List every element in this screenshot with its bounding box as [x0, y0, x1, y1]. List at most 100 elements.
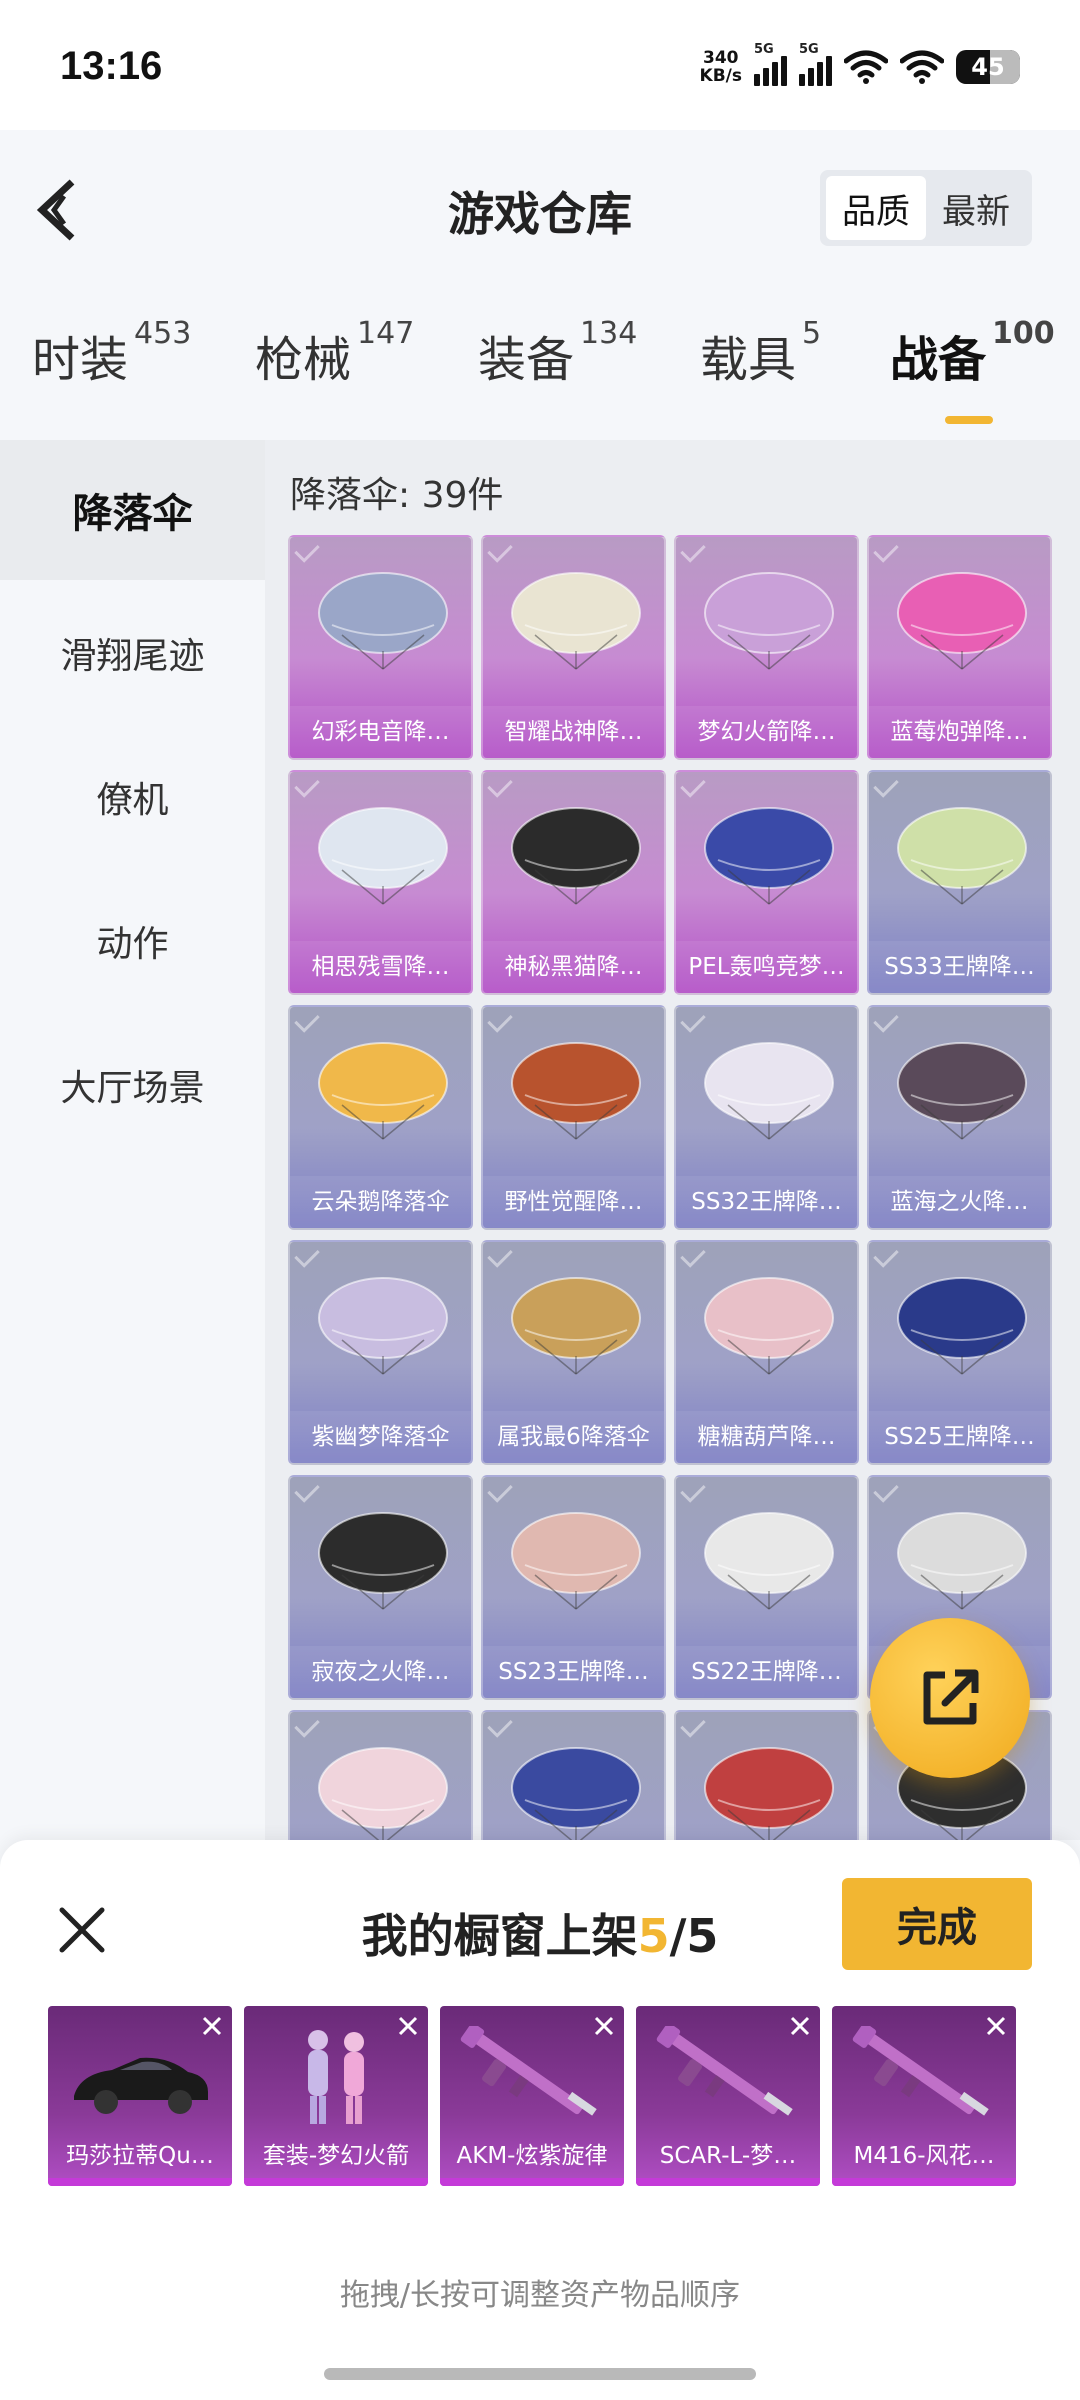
rarity-bar — [48, 2178, 232, 2186]
sidebar-item-lobby-scene[interactable]: 大厅场景 — [0, 1015, 265, 1155]
sidebar-item-glide-trail[interactable]: 滑翔尾迹 — [0, 583, 265, 723]
wifi-icon — [844, 50, 888, 84]
item-card[interactable]: 属我最6降落伞 — [481, 1240, 666, 1465]
check-icon — [294, 1007, 320, 1033]
showcase-item[interactable]: SCAR-L-梦… — [636, 2006, 820, 2186]
item-name: SS25王牌降… — [869, 1411, 1050, 1463]
item-name: 寂夜之火降… — [290, 1646, 471, 1698]
done-button[interactable]: 完成 — [842, 1878, 1032, 1970]
item-name: 野性觉醒降… — [483, 1176, 664, 1228]
item-card[interactable]: 寂夜之火降… — [288, 1475, 473, 1700]
item-card[interactable] — [288, 1710, 473, 1840]
item-card[interactable]: PEL轰鸣竞梦… — [674, 770, 859, 995]
showcase-item[interactable]: 玛莎拉蒂Qu… — [48, 2006, 232, 2186]
item-card[interactable] — [481, 1710, 666, 1840]
rarity-bar — [440, 2178, 624, 2186]
tab-equipment[interactable]: 装备 134 — [478, 316, 637, 390]
parachute-icon — [318, 572, 448, 670]
check-icon — [680, 1712, 706, 1738]
showcase-item-name: 套装-梦幻火箭 — [262, 2143, 410, 2169]
item-name: SS33王牌降… — [869, 941, 1050, 993]
home-indicator[interactable] — [324, 2368, 756, 2380]
item-card[interactable]: 幻彩电音降… — [288, 535, 473, 760]
showcase-item[interactable]: M416-风花… — [832, 2006, 1016, 2186]
showcase-item-name: 玛莎拉蒂Qu… — [66, 2143, 214, 2169]
item-name: 云朵鹅降落伞 — [290, 1176, 471, 1228]
check-icon — [487, 537, 513, 563]
showcase-item[interactable]: AKM-炫紫旋律 — [440, 2006, 624, 2186]
item-card[interactable]: 野性觉醒降… — [481, 1005, 666, 1230]
item-card[interactable] — [674, 1710, 859, 1840]
parachute-icon — [511, 807, 641, 905]
parachute-icon — [318, 807, 448, 905]
share-button[interactable] — [870, 1618, 1030, 1778]
item-card[interactable]: SS33王牌降… — [867, 770, 1052, 995]
item-card[interactable]: SS23王牌降… — [481, 1475, 666, 1700]
parachute-icon — [511, 1277, 641, 1375]
parachute-icon — [704, 1277, 834, 1375]
parachute-icon — [511, 572, 641, 670]
check-icon — [487, 1007, 513, 1033]
item-card[interactable]: 蓝海之火降… — [867, 1005, 1052, 1230]
header: 游戏仓库 品质 最新 时装 453 枪械 147 装备 134 载具 5 战备 100 — [0, 130, 1080, 430]
status-time: 13:16 — [60, 44, 163, 88]
item-card[interactable]: 梦幻火箭降… — [674, 535, 859, 760]
parachute-icon — [704, 1042, 834, 1140]
network-speed: 340 KB/s — [699, 48, 742, 86]
item-card[interactable]: SS22王牌降… — [674, 1475, 859, 1700]
check-icon — [487, 1242, 513, 1268]
item-card[interactable]: 紫幽梦降落伞 — [288, 1240, 473, 1465]
check-icon — [294, 1477, 320, 1503]
sort-option-newest[interactable]: 最新 — [926, 176, 1026, 240]
item-name: PEL轰鸣竞梦… — [676, 941, 857, 993]
item-card[interactable]: 糖糖葫芦降… — [674, 1240, 859, 1465]
item-card[interactable]: 云朵鹅降落伞 — [288, 1005, 473, 1230]
sidebar-item-emote[interactable]: 动作 — [0, 871, 265, 1011]
showcase-item[interactable]: 套装-梦幻火箭 — [244, 2006, 428, 2186]
showcase-item-name: M416-风花… — [853, 2143, 995, 2169]
item-name: 相思残雪降… — [290, 941, 471, 993]
outfit-icon — [308, 2030, 364, 2124]
rarity-bar — [636, 2178, 820, 2186]
item-card[interactable]: 神秘黑猫降… — [481, 770, 666, 995]
parachute-icon — [704, 807, 834, 905]
check-icon — [680, 1007, 706, 1033]
item-name: 梦幻火箭降… — [676, 706, 857, 758]
item-card[interactable]: 蓝莓炮弹降… — [867, 535, 1052, 760]
check-icon — [294, 772, 320, 798]
item-card[interactable]: 智耀战神降… — [481, 535, 666, 760]
parachute-icon — [318, 1512, 448, 1610]
signal-icon: 5G — [799, 42, 832, 86]
check-icon — [680, 1477, 706, 1503]
parachute-icon — [897, 1042, 1027, 1140]
parachute-icon — [511, 1747, 641, 1840]
item-card[interactable]: 相思残雪降… — [288, 770, 473, 995]
check-icon — [873, 537, 899, 563]
item-name: 紫幽梦降落伞 — [290, 1411, 471, 1463]
item-name: 神秘黑猫降… — [483, 941, 664, 993]
sort-option-quality[interactable]: 品质 — [826, 176, 926, 240]
item-name: 蓝海之火降… — [869, 1176, 1050, 1228]
sort-toggle: 品质 最新 — [820, 170, 1032, 246]
tab-guns[interactable]: 枪械 147 — [255, 316, 414, 390]
car-icon — [74, 2057, 208, 2114]
tab-combat-gear[interactable]: 战备 100 — [890, 316, 1055, 390]
item-name: SS23王牌降… — [483, 1646, 664, 1698]
item-name: 糖糖葫芦降… — [676, 1411, 857, 1463]
sidebar-item-parachute[interactable]: 降落伞 — [0, 440, 265, 580]
category-tabs: 时装 453 枪械 147 装备 134 载具 5 战备 100 — [0, 316, 1080, 430]
parachute-icon — [897, 1277, 1027, 1375]
showcase-shelf: 玛莎拉蒂Qu… 套装-梦幻火箭 AKM-炫紫旋律 SCAR-L-梦… M416-风花… — [48, 2006, 1038, 2186]
status-icons: 340 KB/s 5G 5G 45 — [699, 42, 1020, 86]
item-card[interactable]: SS32王牌降… — [674, 1005, 859, 1230]
sidebar-item-wingman[interactable]: 僚机 — [0, 727, 265, 867]
check-icon — [873, 772, 899, 798]
parachute-icon — [511, 1512, 641, 1610]
check-icon — [680, 1242, 706, 1268]
showcase-item-name: SCAR-L-梦… — [659, 2143, 797, 2169]
check-icon — [680, 537, 706, 563]
tab-vehicles[interactable]: 载具 5 — [700, 316, 821, 390]
tab-fashion[interactable]: 时装 453 — [32, 316, 191, 390]
item-card[interactable]: SS25王牌降… — [867, 1240, 1052, 1465]
parachute-icon — [897, 572, 1027, 670]
